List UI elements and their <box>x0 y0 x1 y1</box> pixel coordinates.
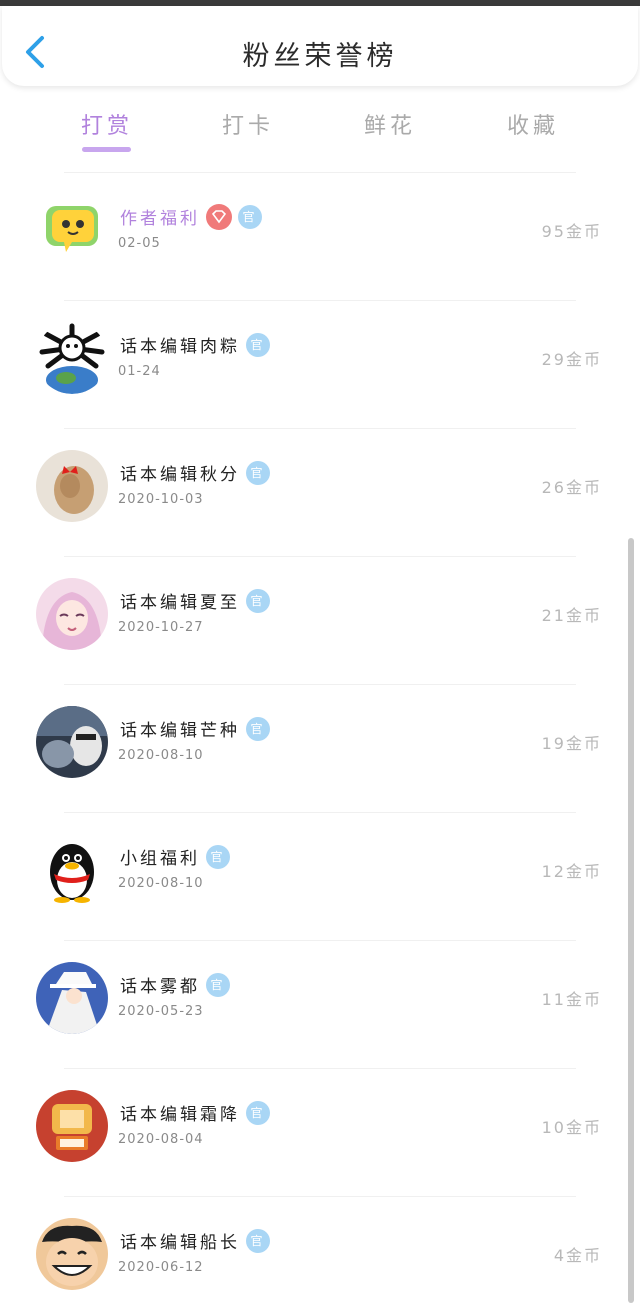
user-name: 小组福利官 <box>120 844 230 871</box>
official-icon: 官 <box>246 1229 270 1253</box>
scrollbar[interactable] <box>628 538 634 1303</box>
user-name: 话本雾都官 <box>120 972 230 999</box>
divider <box>64 300 576 301</box>
avatar <box>36 834 108 906</box>
coin-amount: 10金币 <box>541 1118 602 1137</box>
avatar <box>36 450 108 522</box>
divider <box>64 940 576 941</box>
user-name: 话本编辑芒种官 <box>120 716 270 743</box>
coin-amount: 21金币 <box>541 606 602 625</box>
avatar <box>36 1218 108 1290</box>
coin-amount: 95金币 <box>541 222 602 241</box>
date: 2020-06-12 <box>118 1260 204 1275</box>
coin-amount: 12金币 <box>541 862 602 881</box>
divider <box>64 1068 576 1069</box>
tab-flowers[interactable]: 鲜花 <box>335 108 445 140</box>
avatar <box>36 706 108 778</box>
official-icon: 官 <box>246 589 270 613</box>
list-item[interactable]: 话本雾都官 2020-05-23 11金币 <box>0 942 640 1070</box>
list-item[interactable]: 话本编辑船长官 2020-06-12 4金币 <box>0 1198 640 1303</box>
date: 2020-08-04 <box>118 1132 204 1147</box>
user-name: 话本编辑夏至官 <box>120 588 270 615</box>
coin-amount: 4金币 <box>553 1246 602 1265</box>
user-name: 作者福利官 <box>120 204 262 232</box>
user-name: 话本编辑肉粽官 <box>120 332 270 359</box>
divider <box>64 684 576 685</box>
coin-amount: 26金币 <box>541 478 602 497</box>
list-item[interactable]: 话本编辑肉粽官 01-24 29金币 <box>0 302 640 430</box>
tab-checkin[interactable]: 打卡 <box>193 108 303 140</box>
page-title: 粉丝荣誉榜 <box>242 41 398 72</box>
list-item[interactable]: 小组福利官 2020-08-10 12金币 <box>0 814 640 942</box>
date: 2020-10-27 <box>118 620 204 635</box>
divider <box>64 556 576 557</box>
active-tab-indicator <box>82 147 131 152</box>
divider <box>64 1196 576 1197</box>
user-name: 话本编辑霜降官 <box>120 1100 270 1127</box>
date: 01-24 <box>118 364 161 379</box>
date: 2020-08-10 <box>118 748 204 763</box>
date: 02-05 <box>118 236 161 251</box>
divider <box>64 428 576 429</box>
avatar <box>36 1090 108 1162</box>
divider <box>64 812 576 813</box>
coin-amount: 19金币 <box>541 734 602 753</box>
official-icon: 官 <box>246 1101 270 1125</box>
tab-tip[interactable]: 打赏 <box>52 108 162 140</box>
avatar <box>36 194 108 266</box>
coin-amount: 11金币 <box>541 990 602 1009</box>
official-icon: 官 <box>246 461 270 485</box>
user-name: 话本编辑秋分官 <box>120 460 270 487</box>
tab-favorites[interactable]: 收藏 <box>478 108 588 140</box>
list-item[interactable]: 话本编辑芒种官 2020-08-10 19金币 <box>0 686 640 814</box>
top-nav-bar: 粉丝荣誉榜 <box>2 6 638 86</box>
list-item[interactable]: 作者福利官 02-05 95金币 <box>0 174 640 302</box>
list-item[interactable]: 话本编辑夏至官 2020-10-27 21金币 <box>0 558 640 686</box>
list-item[interactable]: 话本编辑秋分官 2020-10-03 26金币 <box>0 430 640 558</box>
diamond-icon <box>206 204 232 230</box>
avatar <box>36 578 108 650</box>
list-item[interactable]: 话本编辑霜降官 2020-08-04 10金币 <box>0 1070 640 1198</box>
date: 2020-08-10 <box>118 876 204 891</box>
divider <box>64 172 576 173</box>
official-icon: 官 <box>206 845 230 869</box>
user-name: 话本编辑船长官 <box>120 1228 270 1255</box>
official-icon: 官 <box>246 717 270 741</box>
date: 2020-10-03 <box>118 492 204 507</box>
official-icon: 官 <box>246 333 270 357</box>
avatar <box>36 322 108 394</box>
date: 2020-05-23 <box>118 1004 204 1019</box>
official-icon: 官 <box>238 205 262 229</box>
official-icon: 官 <box>206 973 230 997</box>
avatar <box>36 962 108 1034</box>
coin-amount: 29金币 <box>541 350 602 369</box>
